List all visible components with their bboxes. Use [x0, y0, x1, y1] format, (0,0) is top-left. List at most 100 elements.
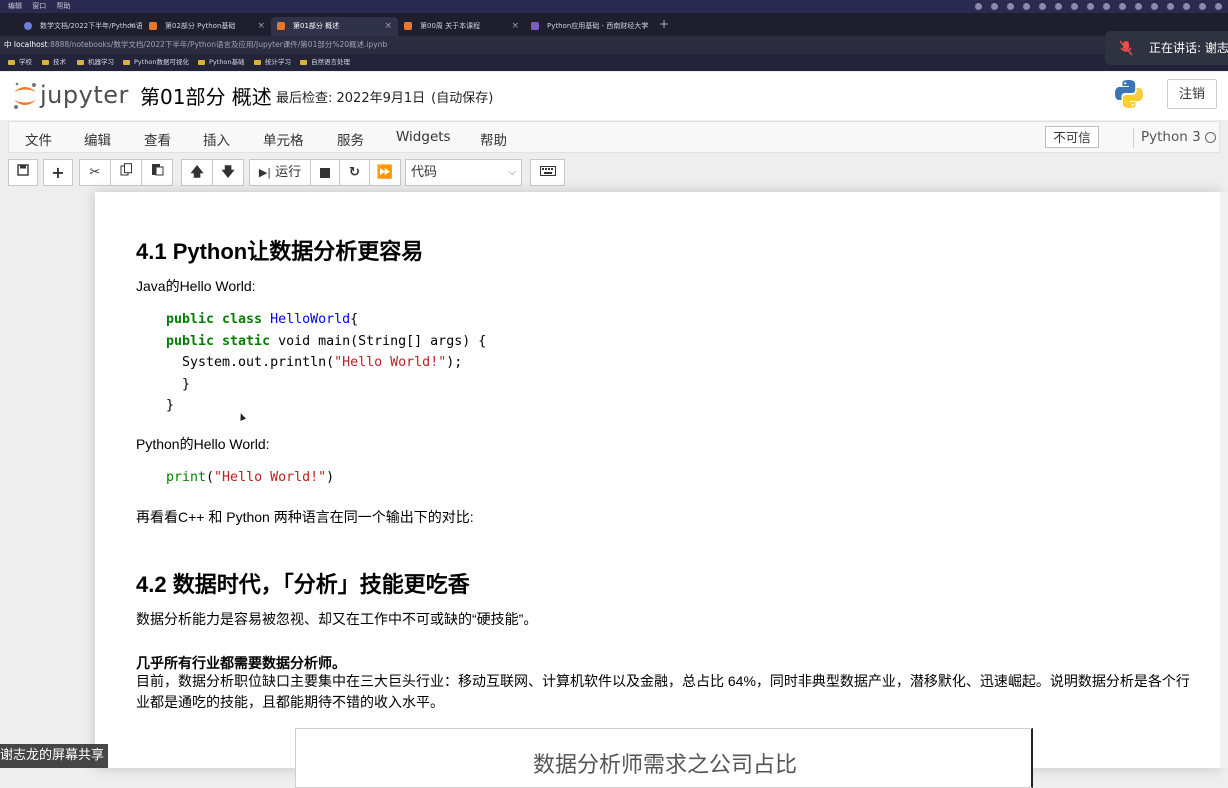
close-icon[interactable]: × [257, 17, 265, 36]
status-icons [975, 0, 1222, 10]
jupyter-toolbar: + ✂ 🡅 🡇 ▶| 运行 ↻ ⏩ 代码 ⌵ [0, 155, 1228, 191]
browser-tab-active[interactable]: 第01部分 概述 × [271, 17, 398, 36]
menu-file[interactable]: 文件 [25, 129, 52, 149]
bookmark-item[interactable]: Python基础 [198, 54, 245, 71]
tab-favicon-icon [149, 22, 157, 30]
address-bar[interactable]: 中 localhost:8888/notebooks/数学文档/2022下半年/… [0, 36, 1228, 54]
fast-forward-icon: ⏩ [376, 165, 394, 180]
status-icon[interactable] [1071, 3, 1078, 10]
copy-button[interactable] [110, 159, 142, 186]
bookmark-item[interactable]: 统计学习 [254, 54, 291, 71]
browser-tab[interactable]: Python应用基础 - 西南财经大学 × [525, 17, 655, 36]
notebook-page: 4.1 Python让数据分析更容易 Java的Hello World: pub… [95, 192, 1220, 788]
left-stub-text: 中 [4, 40, 12, 49]
code-keyword: public static [166, 333, 279, 349]
jupyter-logo-text: jupyter [40, 81, 129, 109]
close-icon[interactable]: × [641, 17, 649, 36]
comparison-text: 再看看C++ 和 Python 两种语言在同一个输出下的对比: [136, 509, 474, 525]
vertical-scrollbar[interactable] [1220, 192, 1228, 768]
run-button[interactable]: ▶| 运行 [249, 159, 311, 186]
tab-title: 数学文档/2022下半年/Python语... [40, 22, 142, 30]
menu-kernel[interactable]: 服务 [337, 129, 364, 149]
status-icon[interactable] [1135, 3, 1142, 10]
tab-title: 第02部分 Python基础 [165, 22, 236, 30]
status-icon[interactable] [1039, 3, 1046, 10]
bookmark-item[interactable]: 机器学习 [77, 54, 114, 71]
divider [1133, 128, 1134, 148]
status-icon[interactable] [1119, 3, 1126, 10]
status-icon[interactable] [975, 3, 982, 10]
url-host: localhost [13, 40, 48, 49]
code-text: System.out.println( [166, 355, 335, 370]
cell-type-select[interactable]: 代码 ⌵ [405, 159, 522, 186]
chart-title: 数据分析师需求之公司占比 [532, 753, 797, 778]
bookmark-item[interactable]: 学校 [8, 54, 32, 71]
code-text: { [350, 312, 359, 327]
move-up-button[interactable]: 🡅 [181, 159, 213, 186]
mac-menu-window[interactable]: 窗口 [32, 2, 46, 10]
menu-edit[interactable]: 编辑 [84, 129, 111, 149]
autosave-label: (自动保存) [431, 91, 494, 106]
close-icon[interactable]: × [384, 17, 392, 36]
save-button[interactable] [8, 159, 38, 186]
menu-view[interactable]: 查看 [144, 129, 171, 149]
restart-run-all-button[interactable]: ⏩ [369, 159, 401, 186]
new-tab-button[interactable]: + [659, 17, 669, 31]
browser-tab[interactable]: 第00周 关于本课程 × [398, 17, 525, 36]
bookmark-item[interactable]: 技术 [42, 54, 66, 71]
cell-type-value: 代码 [411, 165, 438, 180]
bookmark-item[interactable]: Python数据可视化 [123, 54, 189, 71]
menu-widgets[interactable]: Widgets [396, 129, 451, 145]
kernel-status-icon [1205, 132, 1216, 143]
tab-title: 第01部分 概述 [293, 22, 340, 30]
status-icon[interactable] [1167, 3, 1174, 10]
status-icon[interactable] [1087, 3, 1094, 10]
menu-cell[interactable]: 单元格 [263, 129, 304, 149]
speaking-label: 正在讲话: 谢志 [1149, 41, 1228, 55]
bookmarks-bar: 学校 技术 机器学习 Python数据可视化 Python基础 统计学习 自然语… [0, 54, 1228, 71]
status-icon[interactable] [1007, 3, 1014, 10]
status-icon[interactable] [1151, 3, 1158, 10]
bold-statement: 几乎所有行业都需要数据分析师。 [136, 655, 346, 671]
checkpoint-label: 最后检查: 2022年9月1日 [276, 91, 426, 106]
paragraph-industry: 目前，数据分析职位缺口主要集中在三大巨头行业：移动互联网、计算机软件以及金融，总… [136, 673, 1190, 710]
status-icon[interactable] [1183, 3, 1190, 10]
close-icon[interactable]: × [128, 17, 136, 36]
status-icon[interactable] [991, 3, 998, 10]
code-string: "Hello World!" [334, 355, 447, 370]
status-icon[interactable] [1199, 3, 1206, 10]
menu-help[interactable]: 帮助 [480, 129, 507, 149]
cut-button[interactable]: ✂ [79, 159, 111, 186]
code-string: "Hello World!" [214, 470, 327, 485]
code-text: } [166, 376, 191, 392]
code-text: } [166, 398, 175, 413]
status-icon[interactable] [1023, 3, 1030, 10]
bookmark-item[interactable]: 自然语言处理 [300, 54, 350, 71]
paste-button[interactable] [141, 159, 173, 186]
tab-favicon-icon [404, 22, 412, 30]
trust-indicator[interactable]: 不可信 [1045, 126, 1099, 148]
java-intro-text: Java的Hello World: [136, 278, 256, 294]
menu-insert[interactable]: 插入 [203, 129, 230, 149]
notebook-title[interactable]: 第01部分 概述 [140, 81, 272, 110]
status-icon[interactable] [1055, 3, 1062, 10]
insert-cell-button[interactable]: + [43, 159, 73, 186]
mac-menu-help[interactable]: 帮助 [56, 2, 70, 10]
browser-tab[interactable]: 数学文档/2022下半年/Python语... × [18, 17, 142, 36]
restart-button[interactable]: ↻ [339, 159, 370, 186]
status-icon[interactable] [1215, 3, 1222, 10]
logout-button[interactable]: 注销 [1167, 79, 1217, 109]
muted-microphone-icon [1119, 40, 1133, 56]
browser-tab-strip: 数学文档/2022下半年/Python语... × 第02部分 Python基础… [0, 13, 1228, 36]
status-icon[interactable] [1103, 3, 1110, 10]
python-code-block: print("Hello World!") [166, 467, 334, 489]
jupyter-logo[interactable]: jupyter [12, 80, 130, 112]
mac-menu-edit[interactable]: 编辑 [8, 2, 22, 10]
close-icon[interactable]: × [511, 17, 519, 36]
interrupt-button[interactable] [310, 159, 340, 186]
browser-tab[interactable]: 第02部分 Python基础 × [143, 17, 271, 36]
move-down-button[interactable]: 🡇 [212, 159, 244, 186]
url-path: :8888/notebooks/数学文档/2022下半年/Python语言及应用… [47, 40, 388, 49]
speaking-indicator: 正在讲话: 谢志 [1105, 31, 1228, 65]
command-palette-button[interactable] [530, 159, 565, 186]
